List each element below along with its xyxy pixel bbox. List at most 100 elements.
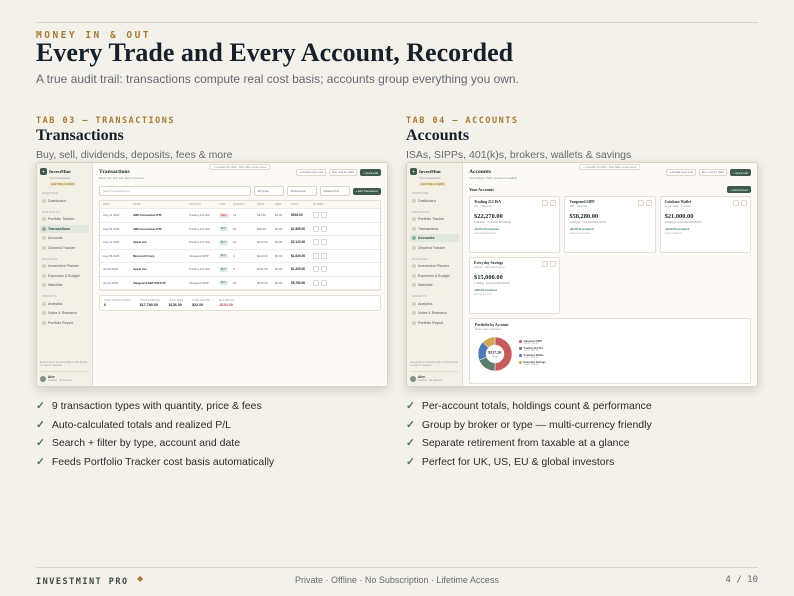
sidebar-item-analytics[interactable]: Analytics xyxy=(40,300,89,308)
tx-total: $2,120.00 xyxy=(291,240,306,245)
sidebar-item-portfolio-tracker[interactable]: Portfolio Tracker xyxy=(410,215,459,223)
delete-icon[interactable] xyxy=(550,261,557,267)
tx-quantity: 10 xyxy=(233,240,237,245)
add-transaction-button[interactable]: + Add Transaction xyxy=(352,187,381,195)
nav-item-icon xyxy=(42,236,46,241)
tx-fees: $0.00 xyxy=(275,253,283,258)
edit-icon[interactable] xyxy=(637,200,644,206)
sidebar-item-label: Analytics xyxy=(418,301,433,306)
sidebar-item-investment-planner[interactable]: Investment Planner xyxy=(40,262,89,270)
table-row[interactable]: Aug 24 2026 ARK Innovation ETF Trading 212… xyxy=(100,209,380,223)
nav-group-label: PORTFOLIO xyxy=(42,210,60,214)
tx-price: $41.50 xyxy=(257,213,266,218)
accounts-tab-kicker: TAB 04 — ACCOUNTS xyxy=(406,116,519,126)
edit-icon[interactable] xyxy=(313,212,319,219)
transactions-screen-subtitle: Every buy, sell, and cash movement xyxy=(99,176,144,180)
legend-text: Vanguard SIPP 49.8% · $58.3K xyxy=(524,340,542,345)
edit-icon[interactable] xyxy=(542,200,549,206)
account-card[interactable]: Coinbase Wallet Crypto Wallet · Coinbase $… xyxy=(659,196,751,253)
totals-item: TOTAL TRANSACTIONS 6 xyxy=(104,299,131,307)
sidebar-item-watchlist[interactable]: Watchlist xyxy=(410,281,459,289)
delete-icon[interactable] xyxy=(645,200,652,206)
edit-icon[interactable] xyxy=(313,252,319,259)
tx-asset: Apple Inc. xyxy=(133,267,148,272)
transactions-feature-list: ✓ 9 transaction types with quantity, pric… xyxy=(36,400,274,474)
delete-icon[interactable] xyxy=(321,266,327,273)
tx-type-badge: SELL xyxy=(219,213,229,218)
sidebar-item-investment-planner[interactable]: Investment Planner xyxy=(410,262,459,270)
user-profile[interactable]: Alex Lifetime · All features xyxy=(40,371,89,382)
tx-type-badge: BUY xyxy=(219,280,228,286)
donut-legend: Vanguard SIPP 49.8% · $58.3K Trading 212 I… xyxy=(519,340,546,368)
sidebar-item-transactions[interactable]: Transactions xyxy=(40,224,89,233)
sidebar-item-expenses-budget[interactable]: Expenses & Budget xyxy=(40,272,89,280)
sidebar-item-portfolio-report[interactable]: Portfolio Report xyxy=(40,319,89,327)
type-filter-select[interactable]: All Types xyxy=(253,186,284,196)
transactions-search-input[interactable]: Search transactions... xyxy=(99,186,251,196)
account-card[interactable]: Everyday Savings Savings · High-interest … xyxy=(469,257,561,314)
column-header: DATE xyxy=(103,203,110,206)
leaf-logo-icon: ✦ xyxy=(410,168,417,175)
sidebar-item-dividend-tracker[interactable]: Dividend Tracker xyxy=(40,244,89,252)
delete-icon[interactable] xyxy=(321,212,327,219)
account-value: $58,280.00 xyxy=(569,212,599,220)
sidebar-item-transactions[interactable]: Transactions xyxy=(410,225,459,233)
sidebar-item-portfolio-tracker[interactable]: Portfolio Tracker xyxy=(40,215,89,223)
sidebar-item-dashboard[interactable]: Dashboard xyxy=(410,197,459,205)
sidebar-item-accounts[interactable]: Accounts xyxy=(410,234,459,243)
sidebar-item-label: Dividend Tracker xyxy=(48,245,75,250)
account-actions xyxy=(542,200,557,206)
delete-icon[interactable] xyxy=(321,225,327,232)
account-gain: +$3,000.00 unrealised xyxy=(664,227,690,231)
account-filter-select[interactable]: All Accounts xyxy=(286,186,317,196)
table-row[interactable]: Aug 05 2026 Microsoft Corp. Vanguard SIPP B… xyxy=(100,250,380,263)
table-row[interactable]: Aug 12 2026 Apple Inc. Trading 212 ISA BUY 1… xyxy=(100,236,380,250)
accounts-main: ⌂ InvestMint Pro 2026 · Work offline on … xyxy=(463,163,757,386)
check-icon: ✓ xyxy=(36,400,45,412)
delete-icon[interactable] xyxy=(321,279,327,286)
accounts-screen-subtitle: Your brokers, ISAs, pensions & wallets xyxy=(469,176,517,180)
sidebar-item-notes-research[interactable]: Notes & Research xyxy=(410,309,459,317)
legend-swatch xyxy=(519,353,522,357)
table-row[interactable]: Jul 20 2026 Vanguard S&P 500 ETF Vanguard … xyxy=(100,277,380,290)
sidebar-item-portfolio-report[interactable]: Portfolio Report xyxy=(410,319,459,327)
add-account-button[interactable]: + Add Account xyxy=(727,186,751,193)
delete-icon[interactable] xyxy=(321,239,327,246)
edit-icon[interactable] xyxy=(313,279,319,286)
sidebar-item-expenses-budget[interactable]: Expenses & Budget xyxy=(410,272,459,280)
sidebar-item-notes-research[interactable]: Notes & Research xyxy=(40,309,89,317)
feature-item: ✓ Feeds Portfolio Tracker cost basis auto… xyxy=(36,456,274,468)
table-row[interactable]: Jul 28 2026 Apple Inc. Trading 212 ISA BUY 6… xyxy=(100,263,380,277)
delete-icon[interactable] xyxy=(550,200,557,206)
sidebar-item-dashboard[interactable]: Dashboard xyxy=(40,197,89,205)
edit-icon[interactable] xyxy=(733,200,739,206)
delete-icon[interactable] xyxy=(321,252,327,259)
sidebar-item-watchlist[interactable]: Watchlist xyxy=(40,281,89,289)
account-gain: +$1,270.00 unrealised xyxy=(474,227,499,231)
nav-group-label: OVERVIEW xyxy=(42,192,59,196)
sort-select[interactable]: Newest First xyxy=(319,186,350,196)
user-profile[interactable]: Alex Lifetime · All features xyxy=(410,371,459,382)
sidebar-item-accounts[interactable]: Accounts xyxy=(40,234,89,242)
your-accounts-label: Your Accounts xyxy=(469,187,494,192)
tx-quantity: 12 xyxy=(233,213,237,218)
edit-icon[interactable] xyxy=(313,266,319,273)
quick-add-button[interactable]: + Quick Add xyxy=(359,169,381,176)
edit-icon[interactable] xyxy=(313,239,319,246)
sidebar-item-dividend-tracker[interactable]: Dividend Tracker xyxy=(410,244,459,252)
quick-add-button[interactable]: + Quick Add xyxy=(729,169,751,176)
edit-icon[interactable] xyxy=(542,261,549,267)
edit-icon[interactable] xyxy=(313,225,319,232)
tx-total: $1,640.00 xyxy=(291,253,306,258)
nav-group-label: PLANNING xyxy=(42,257,58,261)
column-header: ACCOUNT xyxy=(189,203,201,206)
account-note: Emergency fund xyxy=(474,292,492,296)
delete-icon[interactable] xyxy=(741,200,747,206)
table-row[interactable]: Aug 18 2026 ARK Innovation ETF Trading 212… xyxy=(100,223,380,236)
account-card[interactable]: Vanguard SIPP SIPP · Vanguard $58,280.00 3 … xyxy=(564,196,656,253)
check-icon: ✓ xyxy=(36,418,45,431)
accounts-section-title: Accounts xyxy=(406,127,470,144)
sidebar-item-analytics[interactable]: Analytics xyxy=(410,300,459,308)
nav-item-icon xyxy=(42,245,46,250)
account-card[interactable]: Trading 212 ISA ISA · Trading 212 $22,270.… xyxy=(469,196,561,253)
